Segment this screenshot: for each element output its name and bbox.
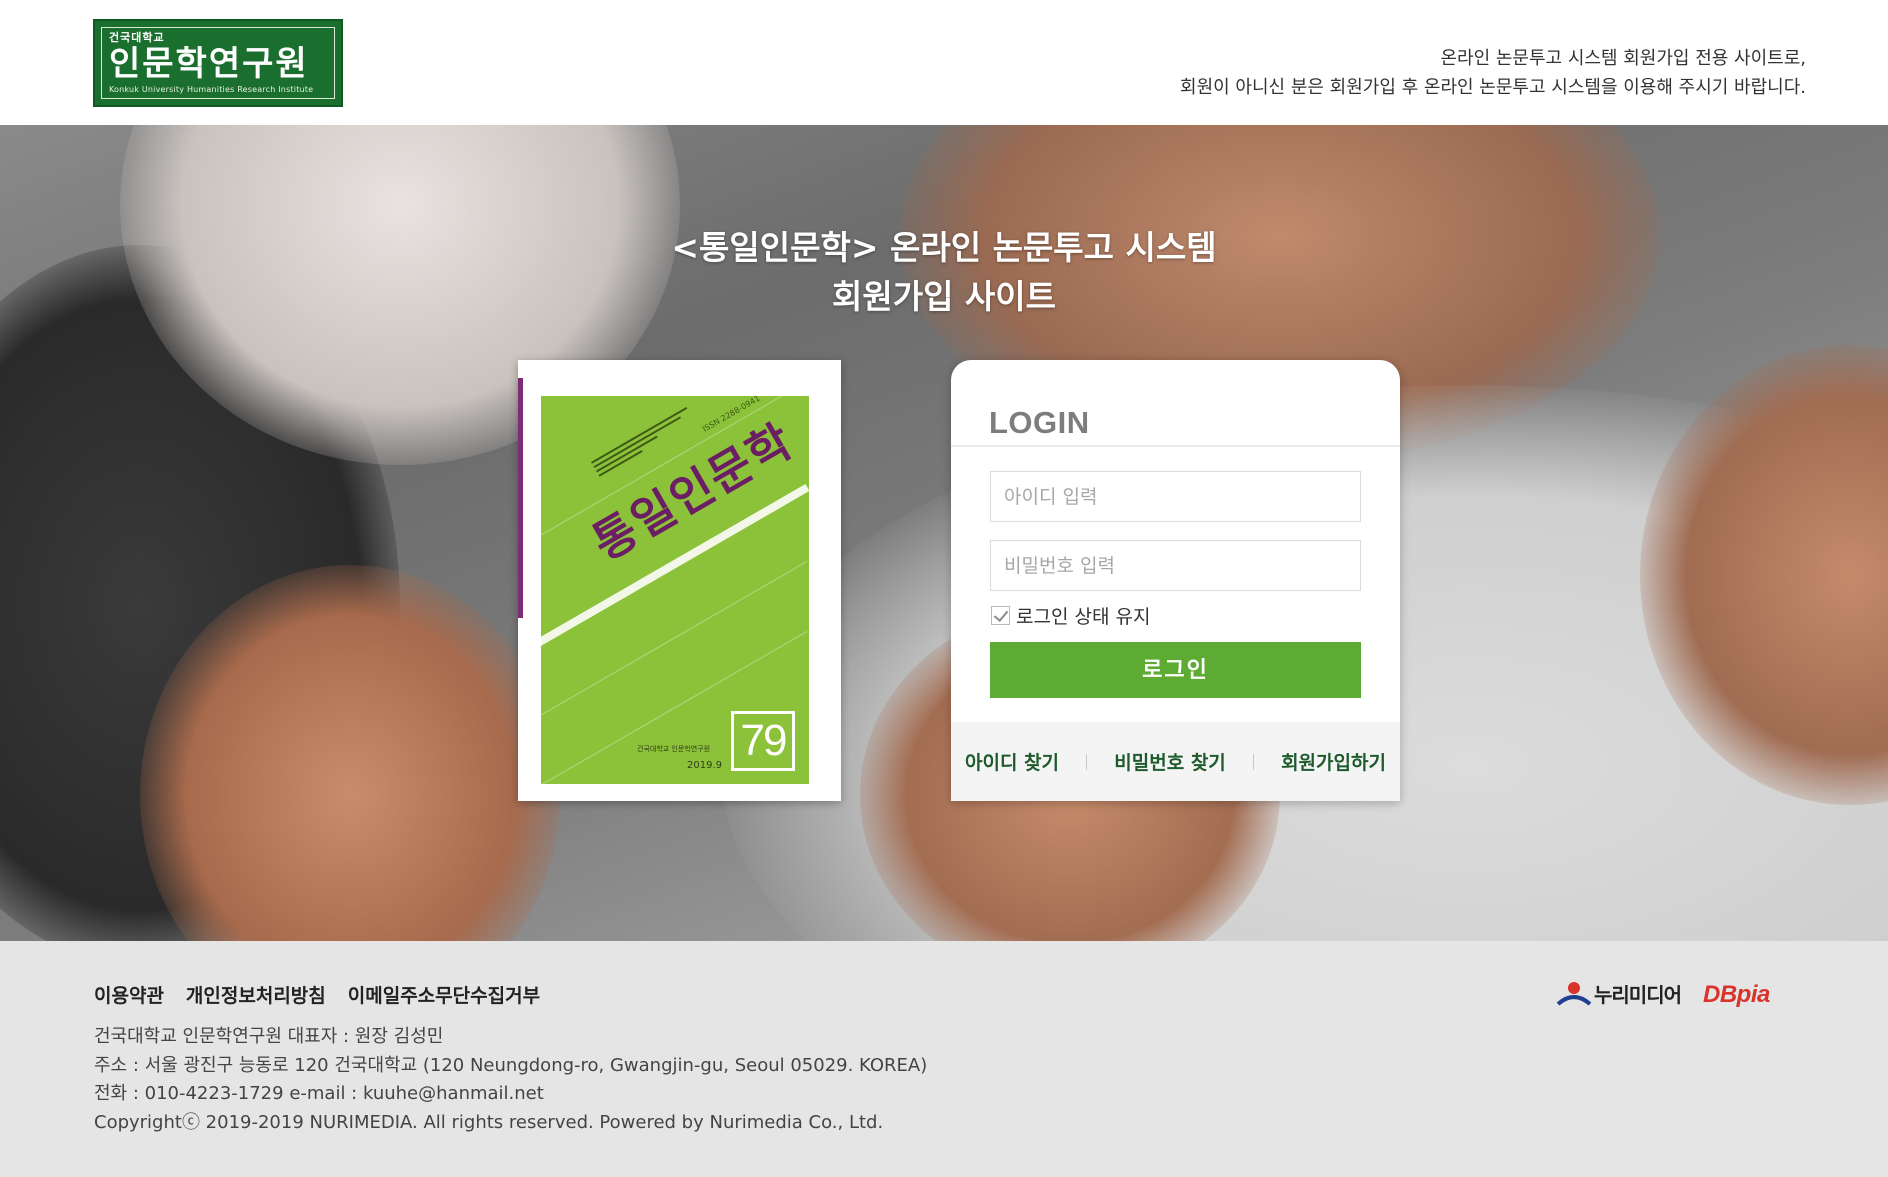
- privacy-policy-link[interactable]: 개인정보처리방침: [186, 981, 326, 1008]
- login-links: 아이디 찾기 비밀번호 찾기 회원가입하기: [951, 722, 1400, 801]
- link-separator: [1252, 753, 1254, 770]
- id-input[interactable]: [990, 471, 1361, 522]
- cover-date: 2019.9: [687, 760, 722, 771]
- find-password-link[interactable]: 비밀번호 찾기: [1114, 748, 1226, 775]
- email-refusal-link[interactable]: 이메일주소무단수집거부: [348, 981, 540, 1008]
- footer-copyright: Copyrightⓒ 2019-2019 NURIMEDIA. All righ…: [94, 1111, 884, 1133]
- footer-representative: 건국대학교 인문학연구원 대표자 : 원장 김성민: [94, 1026, 444, 1047]
- dbpia-logo[interactable]: DBpia: [1703, 981, 1770, 1009]
- nurimedia-logo[interactable]: 누리미디어: [1556, 979, 1682, 1008]
- footer-contact: 전화 : 010-4223-1729 e-mail : kuuhe@hanmai…: [94, 1083, 544, 1104]
- login-title: LOGIN: [989, 405, 1090, 440]
- cover-decoration-line: [541, 561, 808, 727]
- find-id-link[interactable]: 아이디 찾기: [965, 748, 1059, 775]
- logo-institute-text: 인문학연구원: [109, 44, 309, 84]
- link-separator: [1086, 753, 1088, 770]
- hero-title: <통일인문학> 온라인 논문투고 시스템 회원가입 사이트: [0, 223, 1888, 321]
- footer-info: 건국대학교 인문학연구원 대표자 : 원장 김성민 주소 : 서울 광진구 능동…: [94, 1023, 927, 1137]
- login-panel: LOGIN 로그인 상태 유지 로그인 아이디 찾기 비밀번호 찾기 회원가입하…: [951, 360, 1400, 801]
- nurimedia-mark-icon: [1556, 980, 1592, 1008]
- cover-page: ISSN 2288-0941 통일인문학 건국대학교 인문학연구원 2019.9…: [541, 396, 809, 784]
- cover-spine: [518, 378, 523, 618]
- hero-background: <통일인문학> 온라인 논문투고 시스템 회원가입 사이트: [0, 125, 1888, 941]
- logo-university-text: 건국대학교: [109, 31, 165, 44]
- header-notice-line1: 온라인 논문투고 시스템 회원가입 전용 사이트로,: [1440, 48, 1806, 69]
- login-divider: [951, 445, 1400, 447]
- keep-login-label[interactable]: 로그인 상태 유지: [1016, 602, 1150, 629]
- hero-title-line1: <통일인문학> 온라인 논문투고 시스템: [671, 228, 1217, 267]
- login-button[interactable]: 로그인: [990, 642, 1361, 698]
- footer-links: 이용약관 개인정보처리방침 이메일주소무단수집거부: [94, 981, 540, 1008]
- signup-link[interactable]: 회원가입하기: [1281, 748, 1386, 775]
- header-notice-line2: 회원이 아니신 분은 회원가입 후 온라인 논문투고 시스템을 이용해 주시기 …: [1180, 77, 1806, 98]
- site-header: 건국대학교 인문학연구원 Konkuk University Humanitie…: [0, 0, 1888, 125]
- site-footer: 이용약관 개인정보처리방침 이메일주소무단수집거부 건국대학교 인문학연구원 대…: [0, 941, 1888, 1177]
- cover-title: 통일인문학: [583, 412, 803, 571]
- footer-address: 주소 : 서울 광진구 능동로 120 건국대학교 (120 Neungdong…: [94, 1054, 928, 1076]
- nurimedia-text: 누리미디어: [1594, 983, 1682, 1007]
- cover-issue-number: 79: [731, 711, 795, 771]
- password-input[interactable]: [990, 540, 1361, 591]
- header-notice: 온라인 논문투고 시스템 회원가입 전용 사이트로, 회원이 아니신 분은 회원…: [1180, 44, 1806, 102]
- keep-login[interactable]: 로그인 상태 유지: [991, 602, 1150, 629]
- journal-cover: ISSN 2288-0941 통일인문학 건국대학교 인문학연구원 2019.9…: [518, 360, 841, 801]
- institute-logo[interactable]: 건국대학교 인문학연구원 Konkuk University Humanitie…: [93, 19, 343, 107]
- hero-title-line2: 회원가입 사이트: [831, 277, 1056, 316]
- cover-publisher: 건국대학교 인문학연구원: [637, 745, 711, 753]
- terms-link[interactable]: 이용약관: [94, 981, 164, 1008]
- logo-english-text: Konkuk University Humanities Research In…: [109, 85, 314, 94]
- keep-login-checkbox[interactable]: [991, 606, 1010, 625]
